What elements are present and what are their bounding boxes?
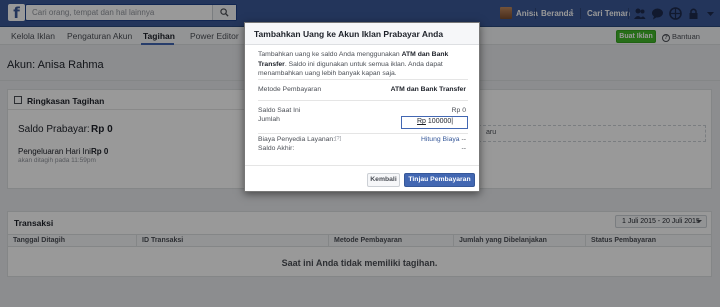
- amount-number: 100000: [427, 118, 452, 125]
- amount-currency: Rp: [417, 118, 426, 125]
- payment-method-value: ATM dan Bank Transfer: [390, 86, 466, 93]
- current-balance-value: Rp 0: [451, 107, 466, 114]
- dialog-title: Tambahkan Uang ke Akun Iklan Prabayar An…: [254, 29, 444, 39]
- divider: [258, 79, 468, 80]
- dialog-header: Tambahkan Uang ke Akun Iklan Prabayar An…: [245, 23, 479, 45]
- desc-text: Tambahkan uang ke saldo Anda menggunakan: [258, 51, 402, 58]
- payment-method-label: Metode Pembayaran: [258, 86, 322, 93]
- final-balance-label: Saldo Akhir:: [258, 145, 295, 152]
- back-button[interactable]: Kembali: [367, 173, 400, 187]
- add-funds-dialog: Tambahkan Uang ke Akun Iklan Prabayar An…: [244, 22, 480, 192]
- service-fee-value: --: [461, 136, 466, 143]
- dialog-footer: Kembali Tinjau Pembayaran: [245, 165, 479, 193]
- desc-text: . Saldo ini digunakan untuk semua iklan.…: [258, 60, 443, 78]
- final-balance-value: --: [461, 145, 466, 152]
- fee-help-icon[interactable]: [?]: [335, 136, 341, 142]
- amount-label: Jumlah: [258, 116, 280, 123]
- divider: [258, 100, 468, 101]
- service-fee-label: Biaya Penyedia Layanan:: [258, 136, 336, 143]
- dialog-description: Tambahkan uang ke saldo Anda menggunakan…: [258, 50, 473, 79]
- amount-value[interactable]: Rp 100000|: [417, 118, 453, 125]
- calculate-fee-link[interactable]: Hitung Biaya: [421, 136, 460, 143]
- review-payment-button[interactable]: Tinjau Pembayaran: [404, 173, 475, 187]
- divider: [258, 133, 468, 134]
- current-balance-label: Saldo Saat Ini: [258, 107, 301, 114]
